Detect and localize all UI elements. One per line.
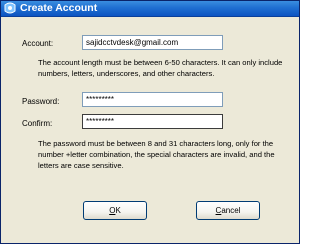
password-help-text: The password must be between 8 and 31 ch… bbox=[38, 139, 275, 170]
create-account-dialog: Create Account Account: sajidcctvdesk@gm… bbox=[0, 0, 300, 244]
confirm-field-value: ********* bbox=[86, 117, 115, 126]
account-help-text: The account length must be between 6-50 … bbox=[38, 58, 283, 78]
account-label: Account: bbox=[22, 39, 54, 48]
ok-button-label: K bbox=[115, 206, 121, 215]
cancel-button-label: ancel bbox=[221, 206, 241, 215]
cancel-button[interactable]: Cancel bbox=[196, 201, 260, 220]
account-field[interactable]: sajidcctvdesk@gmail.com bbox=[82, 35, 223, 50]
title-bar[interactable]: Create Account bbox=[1, 1, 299, 17]
password-field[interactable]: ********* bbox=[82, 92, 223, 107]
window-title: Create Account bbox=[20, 2, 98, 14]
ok-button[interactable]: OK bbox=[83, 201, 147, 220]
password-label: Password: bbox=[22, 97, 60, 106]
app-icon bbox=[4, 2, 16, 14]
confirm-field[interactable]: ********* bbox=[82, 114, 223, 129]
confirm-label: Confirm: bbox=[22, 119, 53, 128]
